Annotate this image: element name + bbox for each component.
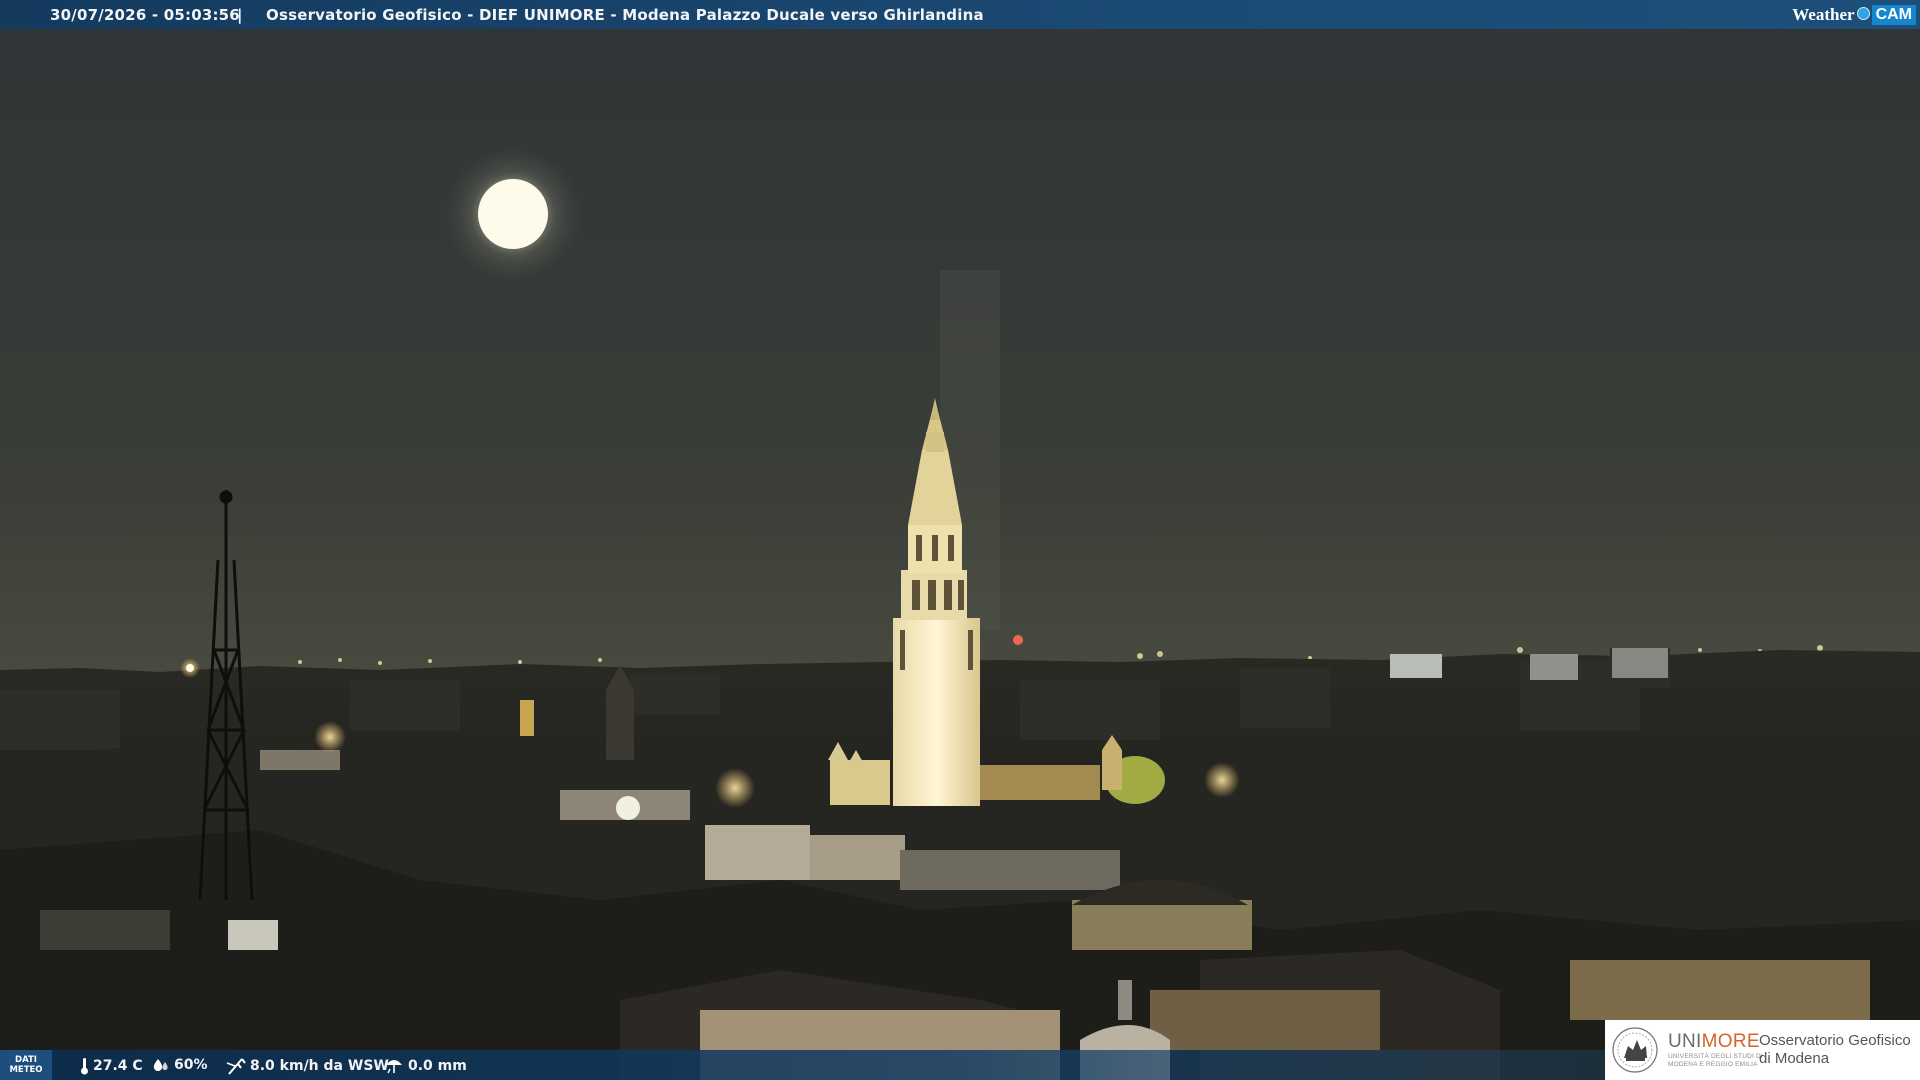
timestamp: 30/07/2026 - 05:03:56: [50, 6, 240, 24]
unimore-wordmark-accent: MORE: [1701, 1031, 1760, 1052]
humidity-drop-icon: [153, 1059, 168, 1071]
temperature-value: 27.4 C: [93, 1058, 143, 1074]
meteo-badge: DATI METEO: [0, 1050, 52, 1080]
webcam-frame: 30/07/2026 - 05:03:56 | Osservatorio Geo…: [0, 0, 1920, 1080]
weathercam-dot-icon: [1856, 7, 1870, 20]
caption-separator: |: [237, 6, 243, 24]
humidity-value: 60%: [174, 1057, 208, 1073]
university-seal-icon: [1612, 1027, 1658, 1073]
wind-value: 8.0 km/h da WSW: [250, 1058, 389, 1074]
unimore-subtitle-line2: MODENA E REGGIO EMILIA: [1668, 1061, 1758, 1068]
weathercam-logo-cam: CAM: [1871, 4, 1916, 25]
rain-gauge-icon: [386, 1060, 402, 1074]
humidity-reading: 60%: [152, 1057, 208, 1073]
meteo-badge-line2: METEO: [9, 1065, 43, 1075]
meteo-bar: DATI METEO 27.4 C 60% 8.0 km/h da WSW 0.…: [0, 1050, 1605, 1080]
thermometer-icon: [81, 1058, 88, 1075]
unimore-logo-panel: UNIMORE UNIVERSITÀ DEGLI STUDI DI MODENA…: [1605, 1020, 1920, 1080]
webcam-image: [0, 0, 1920, 1080]
observatory-name: Osservatorio Geofisico di Modena: [1759, 1032, 1911, 1068]
unimore-subtitle: UNIVERSITÀ DEGLI STUDI DI MODENA E REGGI…: [1668, 1053, 1763, 1069]
wind-icon: [226, 1058, 246, 1075]
wind-reading: 8.0 km/h da WSW: [226, 1057, 389, 1075]
observatory-name-line1: Osservatorio Geofisico: [1759, 1032, 1911, 1049]
meteo-badge-line1: DATI: [15, 1055, 37, 1065]
unimore-wordmark: UNIMORE: [1668, 1031, 1760, 1053]
unimore-wordmark-main: UNI: [1668, 1031, 1702, 1052]
weathercam-logo-text: Weather: [1792, 4, 1855, 24]
rain-reading: 0.0 mm: [384, 1057, 467, 1075]
moon: [443, 144, 583, 284]
observatory-name-line2: di Modena: [1759, 1050, 1830, 1067]
weathercam-logo: Weather CAM: [1792, 2, 1916, 27]
camera-caption: Osservatorio Geofisico - DIEF UNIMORE - …: [266, 6, 984, 24]
temperature-reading: 27.4 C: [80, 1057, 143, 1075]
caption-bar: 30/07/2026 - 05:03:56 | Osservatorio Geo…: [0, 0, 1920, 29]
rain-value: 0.0 mm: [408, 1058, 467, 1074]
unimore-subtitle-line1: UNIVERSITÀ DEGLI STUDI DI: [1668, 1053, 1763, 1060]
